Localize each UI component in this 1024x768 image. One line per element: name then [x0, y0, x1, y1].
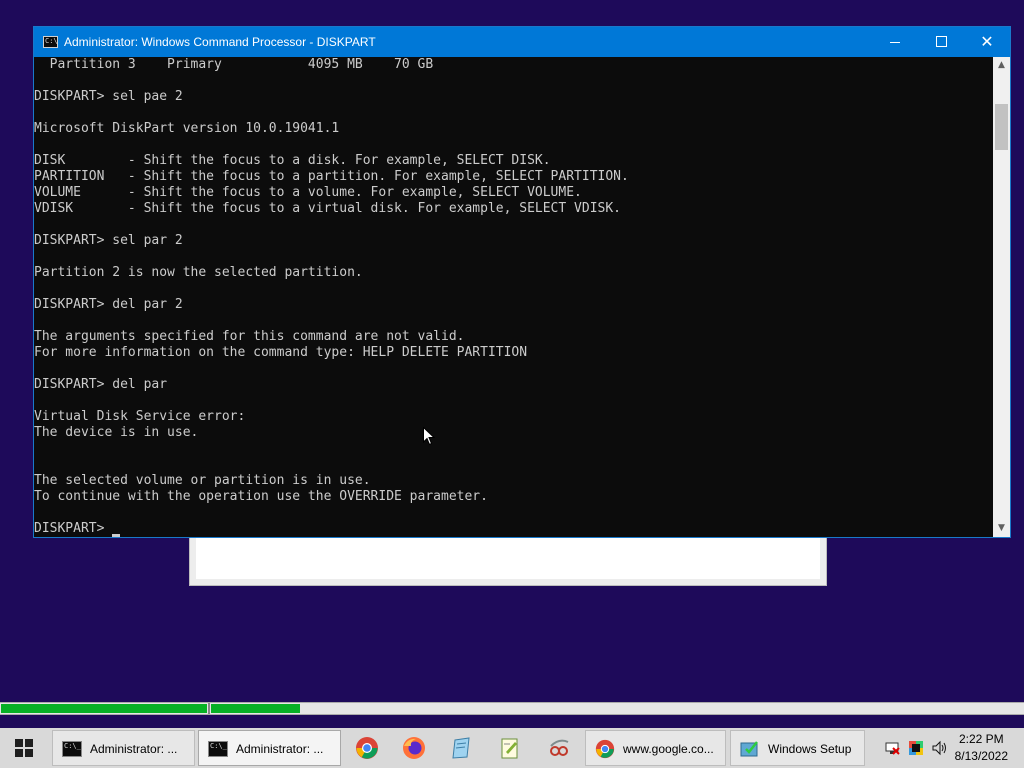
- notepad-icon[interactable]: [450, 736, 474, 760]
- taskbar-chrome-button[interactable]: www.google.co...: [585, 730, 726, 766]
- scroll-up-icon[interactable]: ▲: [993, 57, 1010, 74]
- chrome-icon[interactable]: [355, 736, 379, 760]
- network-disconnected-icon[interactable]: [884, 740, 900, 756]
- close-button[interactable]: ✕: [964, 27, 1010, 57]
- console-line: For more information on the command type…: [34, 345, 528, 360]
- console-line: To continue with the operation use the O…: [34, 489, 488, 504]
- console-line: DISK - Shift the focus to a disk. For ex…: [34, 153, 551, 168]
- windows-logo-icon: [15, 739, 33, 757]
- console-line: DISKPART>: [34, 521, 993, 537]
- taskbar-button-label: Administrator: ...: [90, 742, 178, 756]
- volume-icon[interactable]: [932, 740, 948, 756]
- console-line: Partition 2 is now the selected partitio…: [34, 265, 363, 280]
- console-line: DISKPART> del par 2: [34, 297, 183, 312]
- notepad-plus-icon[interactable]: [498, 736, 522, 760]
- console-output[interactable]: Partition 3 Primary 4095 MB 70 GB DISKPAR…: [34, 57, 993, 537]
- cmd-window[interactable]: C:\ Administrator: Windows Command Proce…: [33, 26, 1011, 538]
- cmd-icon: C:\_: [208, 741, 228, 757]
- maximize-button[interactable]: [918, 27, 964, 57]
- firefox-icon[interactable]: [402, 736, 426, 760]
- taskbar-button-label: Administrator: ...: [236, 742, 324, 756]
- setup-icon: [740, 741, 758, 757]
- maximize-icon: [935, 35, 947, 47]
- window-title: Administrator: Windows Command Processor…: [64, 35, 376, 49]
- minimize-button[interactable]: [872, 27, 918, 57]
- progress-segment-2: [211, 704, 300, 713]
- console-line: VDISK - Shift the focus to a virtual dis…: [34, 201, 621, 216]
- setup-progress-bar: [0, 702, 1024, 715]
- console-line: The device is in use.: [34, 425, 199, 440]
- console-line: The arguments specified for this command…: [34, 329, 465, 344]
- clock-date: 8/13/2022: [954, 749, 1008, 763]
- taskbar: C:\_ Administrator: ... C:\_ Administrat…: [0, 728, 1024, 768]
- close-icon: ✕: [980, 32, 994, 51]
- taskbar-cmd-1-button[interactable]: C:\_ Administrator: ...: [52, 730, 195, 766]
- mouse-pointer-icon: [423, 427, 435, 446]
- taskbar-button-label: Windows Setup: [768, 742, 852, 756]
- console-line: DISKPART> sel pae 2: [34, 89, 183, 104]
- console-line: Microsoft DiskPart version 10.0.19041.1: [34, 121, 340, 136]
- scroll-down-icon[interactable]: ▼: [993, 520, 1010, 537]
- snipping-tool-icon[interactable]: [547, 736, 571, 760]
- taskbar-cmd-2-button[interactable]: C:\_ Administrator: ...: [198, 730, 341, 766]
- system-tray: 2:22 PM 8/13/2022: [864, 728, 1024, 768]
- vertical-scrollbar[interactable]: ▲ ▼: [993, 57, 1010, 537]
- cmd-icon: C:\: [43, 36, 58, 48]
- clock-time: 2:22 PM: [958, 732, 1004, 746]
- progress-segment-1: [1, 704, 207, 713]
- console-line: DISKPART> sel par 2: [34, 233, 183, 248]
- console-line: Partition 3 Primary 4095 MB 70 GB: [34, 57, 434, 72]
- chrome-icon: [595, 739, 615, 759]
- scroll-thumb[interactable]: [995, 104, 1008, 150]
- console-line: PARTITION - Shift the focus to a partiti…: [34, 169, 629, 184]
- text-cursor: [112, 534, 121, 537]
- console-line: Virtual Disk Service error:: [34, 409, 246, 424]
- cmd-icon: C:\_: [62, 741, 82, 757]
- color-picker-icon[interactable]: [908, 740, 924, 756]
- title-bar[interactable]: C:\ Administrator: Windows Command Proce…: [34, 27, 1010, 57]
- console-line: VOLUME - Shift the focus to a volume. Fo…: [34, 185, 582, 200]
- clock[interactable]: 2:22 PM 8/13/2022: [955, 731, 1008, 765]
- console-line: DISKPART> del par: [34, 377, 168, 392]
- console-line: The selected volume or partition is in u…: [34, 473, 371, 488]
- taskbar-setup-button[interactable]: Windows Setup: [730, 730, 865, 766]
- progress-divider: [208, 703, 210, 714]
- taskbar-button-label: www.google.co...: [623, 742, 714, 756]
- minimize-icon: [890, 41, 900, 43]
- start-button[interactable]: [0, 728, 48, 768]
